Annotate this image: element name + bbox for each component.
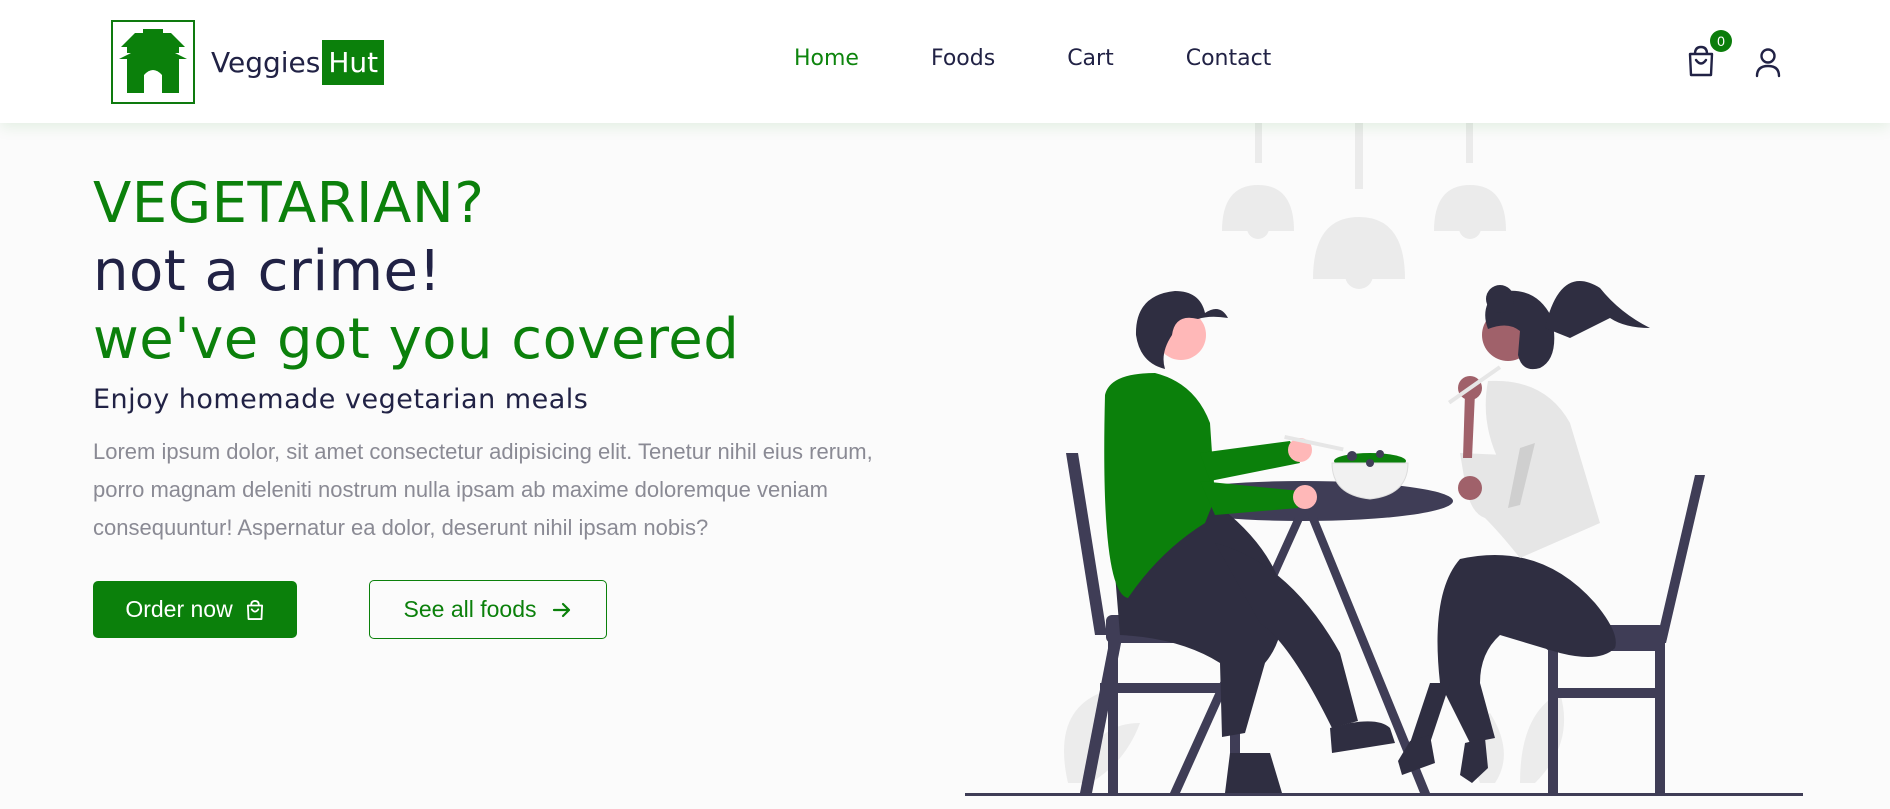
hero-heading-line-3: we've got you covered <box>93 307 740 372</box>
see-all-foods-button[interactable]: See all foods <box>369 580 607 639</box>
pagoda-icon <box>111 20 195 104</box>
arrow-right-icon <box>553 602 571 617</box>
hero-heading-line-1: VEGETARIAN? <box>93 171 485 236</box>
nav-foods[interactable]: Foods <box>931 46 995 71</box>
shopping-bag-icon[interactable] <box>1686 44 1716 78</box>
shopping-bag-icon <box>246 599 263 620</box>
site-header: Veggies Hut Home Foods Cart Contact 0 <box>0 0 1890 123</box>
dining-couple-illustration <box>965 123 1803 796</box>
nav-home[interactable]: Home <box>794 46 859 71</box>
user-icon[interactable] <box>1754 46 1782 78</box>
order-now-label: Order now <box>125 596 233 622</box>
main-nav: Home Foods Cart Contact <box>794 46 1343 71</box>
brand-highlight: Hut <box>322 39 385 85</box>
brand-name-text: Veggies <box>211 45 321 79</box>
hero-heading-line-2: not a crime! <box>93 239 442 304</box>
cart-count-badge: 0 <box>1710 30 1732 52</box>
order-now-button[interactable]: Order now <box>93 581 297 638</box>
nav-cart[interactable]: Cart <box>1067 46 1114 71</box>
logo[interactable]: Veggies Hut <box>111 20 385 104</box>
hero-description: Lorem ipsum dolor, sit amet consectetur … <box>93 439 873 540</box>
hero-section: VEGETARIAN? not a crime! we've got you c… <box>93 170 913 547</box>
brand-name: Veggies Hut <box>211 39 385 85</box>
see-all-foods-label: See all foods <box>403 596 537 622</box>
nav-contact[interactable]: Contact <box>1186 46 1272 71</box>
hero-subtitle: Enjoy homemade vegetarian meals <box>93 384 589 415</box>
